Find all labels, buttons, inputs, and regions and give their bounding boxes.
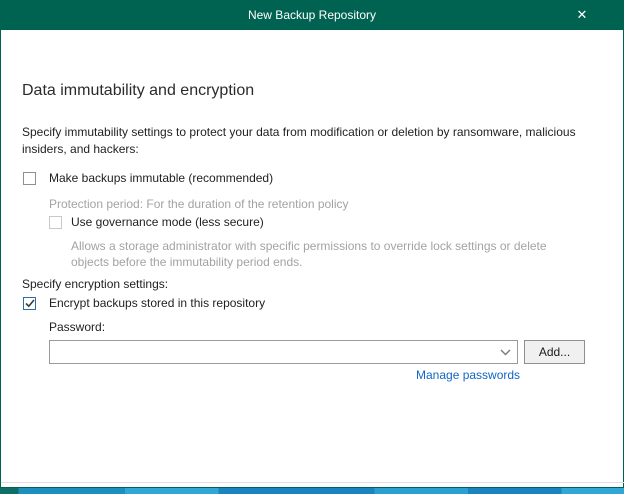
title-bar: New Backup Repository ✕ [0,0,624,30]
protection-period-text: Protection period: For the duration of t… [49,196,349,213]
add-password-button[interactable]: Add... [524,340,585,364]
encryption-intro-text: Specify encryption settings: [22,276,168,293]
password-combobox[interactable] [49,340,518,364]
footer-separator [1,482,624,483]
manage-passwords-link[interactable]: Manage passwords [416,368,520,382]
encrypt-backups-checkbox[interactable] [23,297,36,310]
dialog-body: Data immutability and encryption Specify… [0,30,624,488]
governance-description-text: Allows a storage administrator with spec… [71,238,587,270]
encrypt-backups-label: Encrypt backups stored in this repositor… [49,296,265,310]
close-icon[interactable]: ✕ [564,0,600,30]
dialog-title: New Backup Repository [248,8,376,22]
password-label: Password: [49,319,105,336]
use-governance-mode-label: Use governance mode (less secure) [71,215,264,229]
make-backups-immutable-label: Make backups immutable (recommended) [49,171,273,185]
page-title: Data immutability and encryption [22,82,254,100]
password-combobox-input[interactable] [50,341,493,363]
background-window-strip [0,488,624,494]
new-backup-repository-dialog: New Backup Repository ✕ Data immutabilit… [0,0,624,494]
chevron-down-icon[interactable] [493,341,517,363]
immutability-intro-text: Specify immutability settings to protect… [22,124,600,158]
use-governance-mode-checkbox[interactable] [49,216,62,229]
check-icon [25,299,35,308]
make-backups-immutable-checkbox[interactable] [23,172,36,185]
